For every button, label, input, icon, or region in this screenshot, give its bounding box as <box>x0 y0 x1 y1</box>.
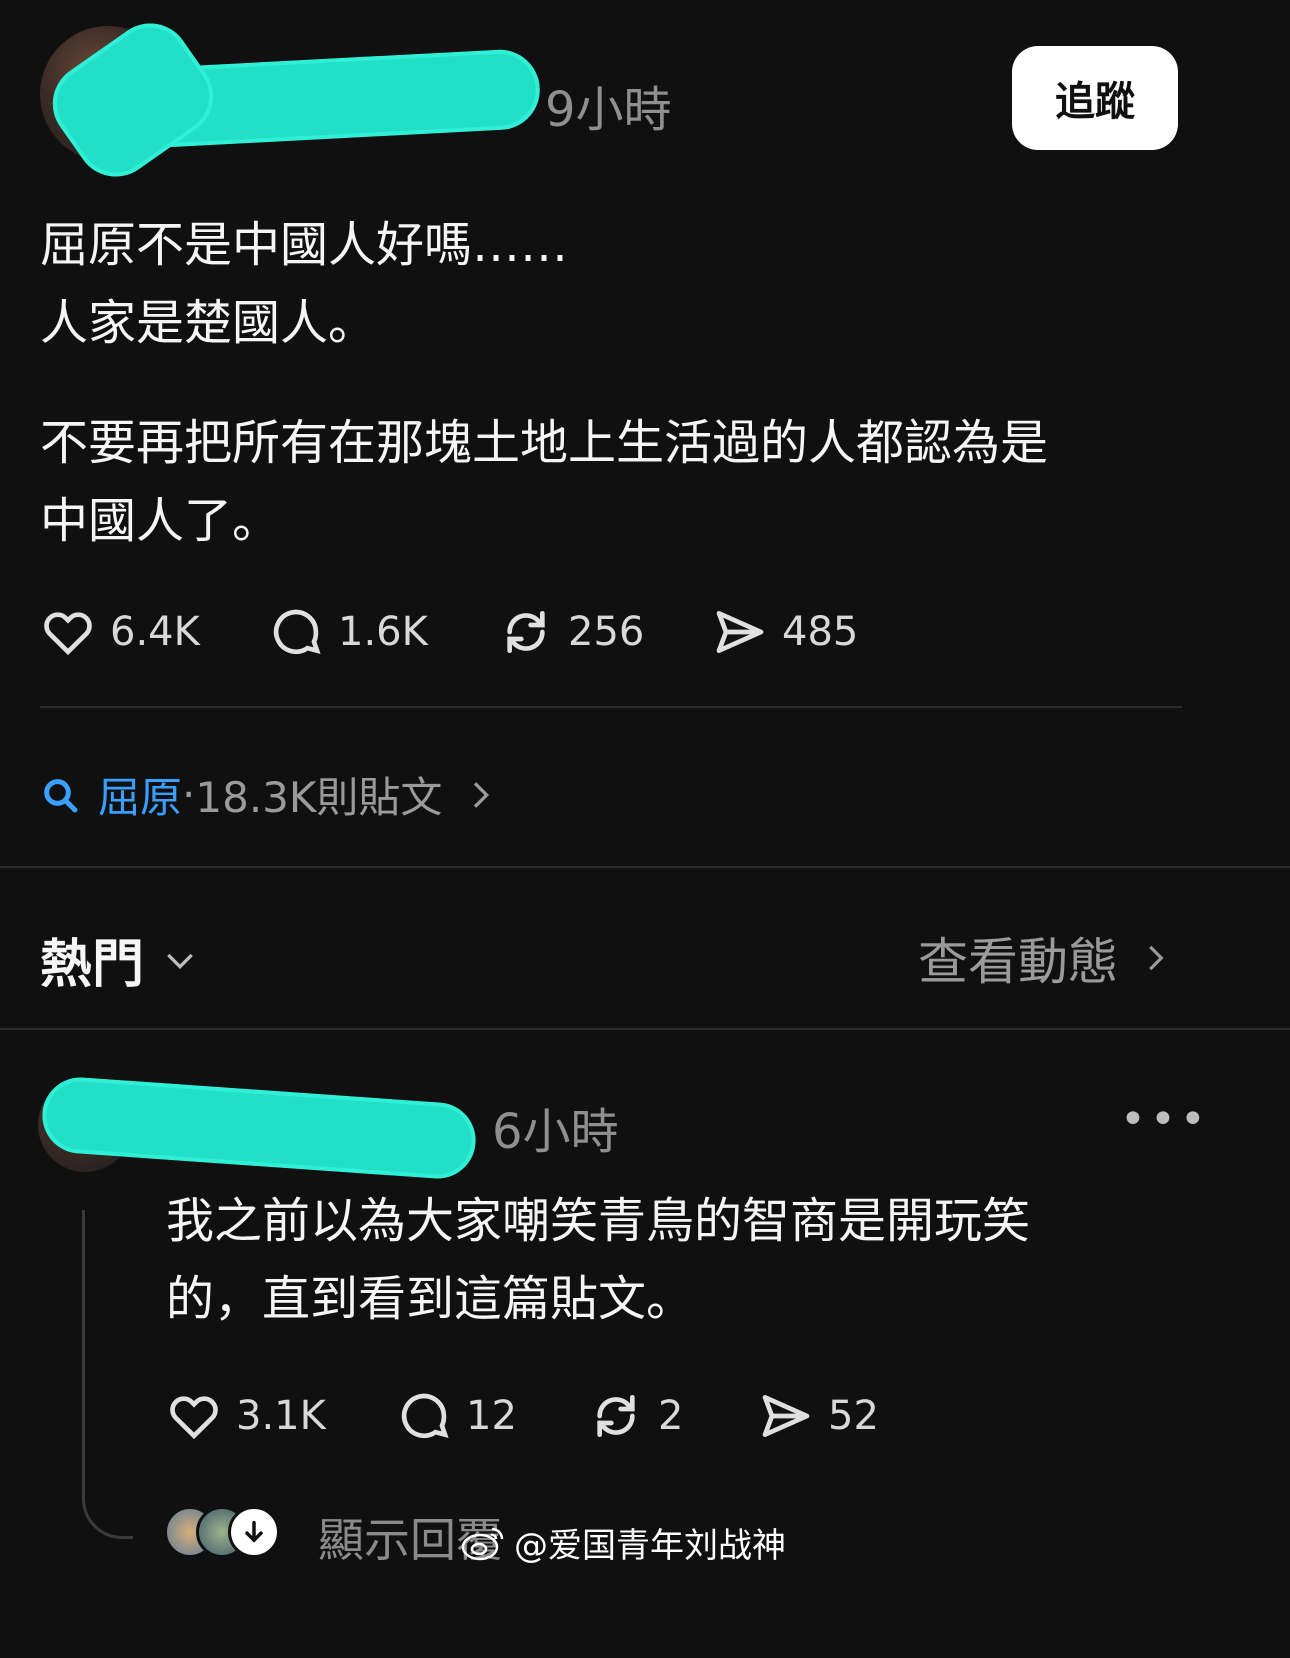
post-line-1: 屈原不是中國人好嗎…… <box>40 217 569 273</box>
redacted-avatar-overlay <box>37 7 229 193</box>
like-count: 6.4K <box>110 609 200 655</box>
share-icon <box>762 1395 810 1437</box>
reply-like-button[interactable]: 3.1K <box>166 1388 326 1444</box>
thread-line <box>82 1210 133 1539</box>
repost-icon <box>507 611 545 653</box>
comment-count: 1.6K <box>338 609 428 655</box>
reply-like-count: 3.1K <box>236 1393 326 1439</box>
repost-icon <box>597 1395 635 1437</box>
chevron-right-icon <box>1149 945 1164 971</box>
post-line-4: 中國人了。 <box>40 493 281 549</box>
sort-dropdown[interactable]: 熱門 <box>40 922 200 997</box>
reply-repost-button[interactable]: 2 <box>588 1388 683 1444</box>
watermark-text: @爱国青年刘战神 <box>514 1526 786 1566</box>
expand-replies-button[interactable] <box>228 1506 280 1558</box>
topic-name: 屈原 <box>98 773 183 822</box>
more-options-button[interactable]: ••• <box>1120 1094 1210 1145</box>
chevron-down-icon <box>167 953 193 969</box>
post-time: 9小時 <box>545 82 672 138</box>
comment-icon <box>273 609 321 655</box>
like-button[interactable]: 6.4K <box>40 604 200 660</box>
view-activity-link[interactable]: 查看動態 <box>918 922 1174 994</box>
reply-repost-count: 2 <box>658 1393 684 1439</box>
watermark: @爱国青年刘战神 <box>460 1518 786 1567</box>
section-divider-bottom <box>0 1028 1290 1030</box>
repost-button[interactable]: 256 <box>498 604 644 660</box>
sort-label: 熱門 <box>40 935 145 995</box>
divider <box>40 706 1182 708</box>
share-icon <box>716 611 764 653</box>
reply-line-2: 的，直到看到這篇貼文。 <box>166 1271 695 1327</box>
comment-button[interactable]: 1.6K <box>268 604 428 660</box>
reply-comment-count: 12 <box>466 1393 517 1439</box>
reply-share-count: 52 <box>828 1393 879 1439</box>
topic-post-count: 18.3K則貼文 <box>195 773 443 822</box>
chevron-right-icon <box>474 781 490 808</box>
post-line-2: 人家是楚國人。 <box>40 295 377 351</box>
follow-button[interactable]: 追蹤 <box>1012 46 1178 150</box>
arrow-down-icon <box>245 1520 263 1543</box>
heart-icon <box>44 612 92 656</box>
heart-icon <box>170 1396 218 1440</box>
reply-share-button[interactable]: 52 <box>758 1388 879 1444</box>
repost-count: 256 <box>568 609 645 655</box>
reply-line-1: 我之前以為大家嘲笑青鳥的智商是開玩笑 <box>166 1193 1031 1249</box>
search-icon <box>44 778 78 812</box>
section-divider <box>0 866 1290 868</box>
share-button[interactable]: 485 <box>712 604 858 660</box>
topic-separator: · <box>182 770 196 819</box>
share-count: 485 <box>782 609 859 655</box>
weibo-icon <box>461 1527 504 1560</box>
post-line-3: 不要再把所有在那塊土地上生活過的人都認為是 <box>40 415 1049 471</box>
view-activity-label: 查看動態 <box>918 933 1118 991</box>
reply-time: 6小時 <box>492 1104 619 1160</box>
comment-icon <box>401 1393 449 1439</box>
reply-comment-button[interactable]: 12 <box>396 1388 517 1444</box>
topic-link[interactable]: 屈原 · 18.3K則貼文 <box>40 764 500 825</box>
